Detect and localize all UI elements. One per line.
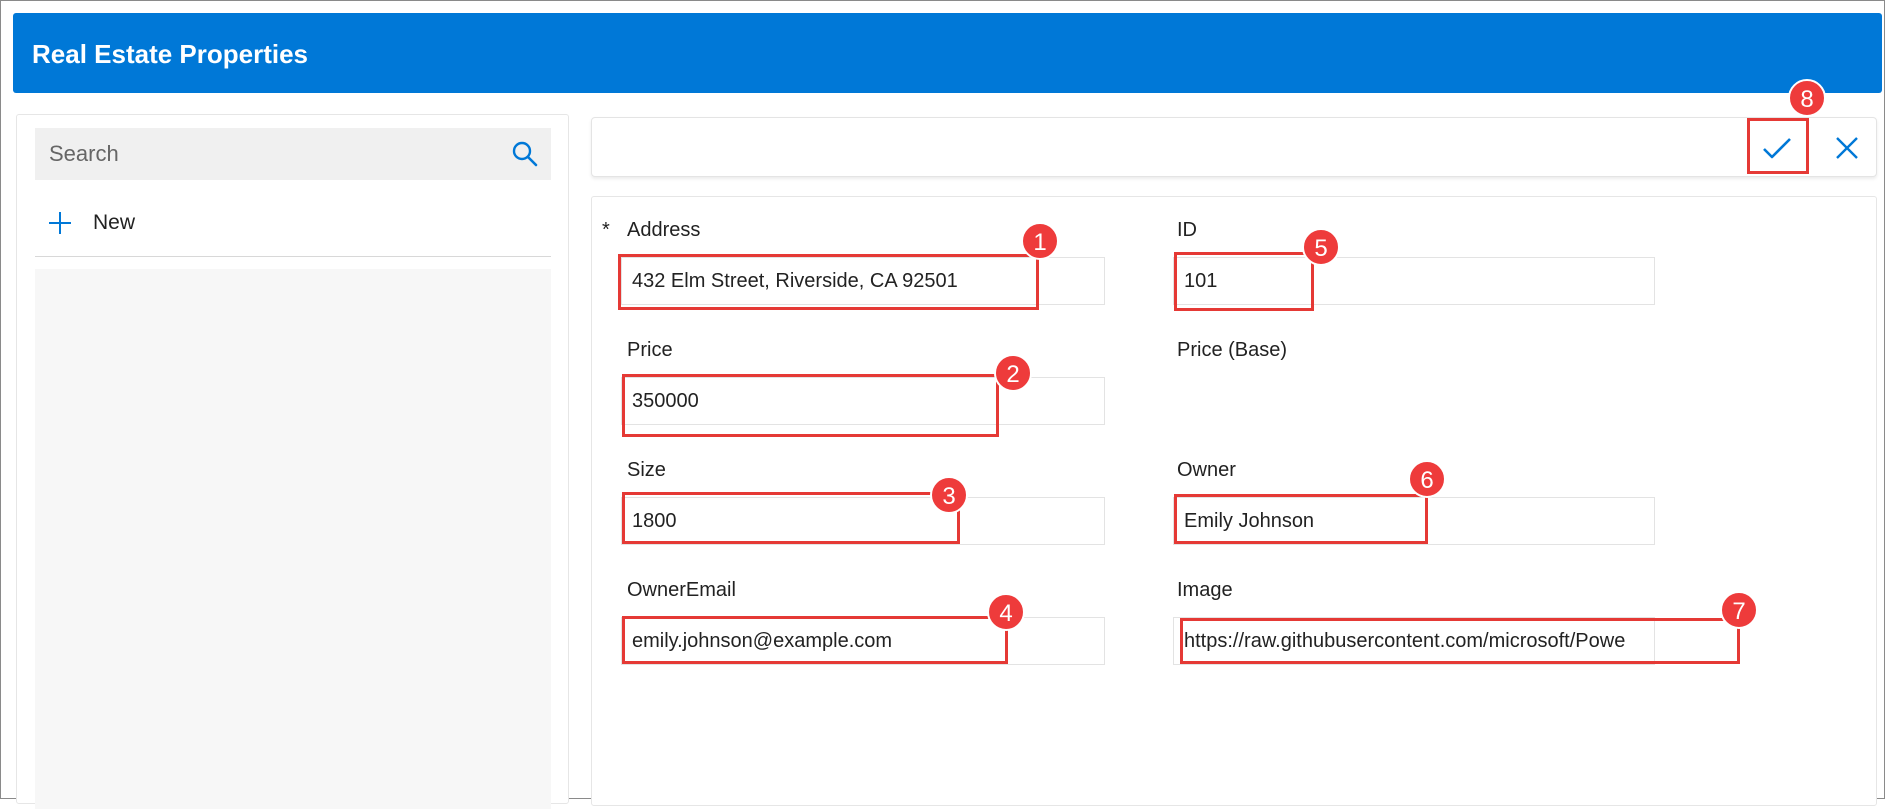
annotation-badge-1: 1 xyxy=(1021,222,1059,260)
price-input[interactable] xyxy=(621,377,1105,425)
address-label: Address xyxy=(627,219,701,241)
image-input[interactable] xyxy=(1173,617,1655,665)
price-base-label: Price (Base) xyxy=(1177,339,1288,361)
annotation-badge-2: 2 xyxy=(994,354,1032,392)
owner-email-label: OwnerEmail xyxy=(627,579,736,601)
plus-icon xyxy=(49,212,71,234)
address-input[interactable] xyxy=(621,257,1105,305)
search-box xyxy=(35,128,551,180)
search-input[interactable] xyxy=(35,128,495,180)
annotation-badge-5: 5 xyxy=(1302,228,1340,266)
annotation-badge-3: 3 xyxy=(930,476,968,514)
search-icon[interactable] xyxy=(511,140,539,168)
annotation-badge-4: 4 xyxy=(987,593,1025,631)
owner-label: Owner xyxy=(1177,459,1236,481)
browse-panel: New xyxy=(16,114,569,809)
owner-email-input[interactable] xyxy=(621,617,1105,665)
form-toolbar xyxy=(591,117,1877,177)
app-title: Real Estate Properties xyxy=(32,39,309,69)
annotation-badge-6: 6 xyxy=(1408,460,1446,498)
required-marker: * xyxy=(602,219,610,241)
annotation-badge-8: 8 xyxy=(1788,79,1826,117)
owner-input[interactable] xyxy=(1173,497,1655,545)
size-label: Size xyxy=(627,459,666,481)
id-input[interactable] xyxy=(1173,257,1655,305)
new-button[interactable]: New xyxy=(47,205,135,241)
cancel-button[interactable] xyxy=(1819,120,1875,176)
id-label: ID xyxy=(1177,219,1197,241)
divider xyxy=(35,256,551,257)
price-label: Price xyxy=(627,339,673,361)
close-icon xyxy=(1836,137,1858,159)
annotation-badge-7: 7 xyxy=(1720,591,1758,629)
size-input[interactable] xyxy=(621,497,1105,545)
image-label: Image xyxy=(1177,579,1233,601)
property-gallery[interactable] xyxy=(35,269,551,809)
checkmark-icon xyxy=(1763,138,1791,159)
submit-button[interactable] xyxy=(1749,120,1805,176)
new-button-label: New xyxy=(93,211,136,234)
app-header: Real Estate Properties xyxy=(13,13,1882,93)
